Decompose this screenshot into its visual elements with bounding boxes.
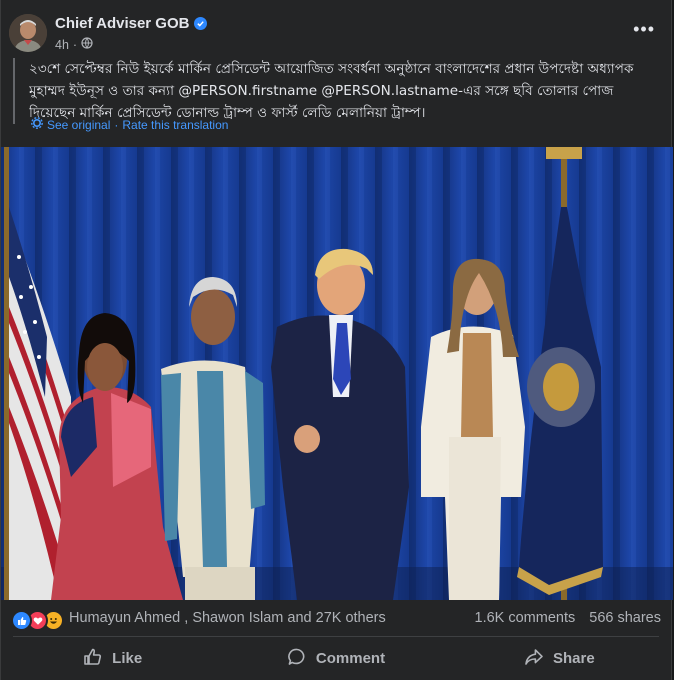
thumbs-up-icon (83, 647, 103, 671)
post-card: Chief Adviser GOB 4h · ••• ২৩শে সেপ্টেম্… (0, 0, 673, 680)
action-bar: Like Comment Share (1, 637, 671, 680)
avatar[interactable] (9, 14, 47, 52)
like-label: Like (112, 650, 143, 667)
like-button[interactable]: Like (1, 637, 224, 680)
meta-separator: · (72, 37, 78, 52)
like-icon (11, 610, 32, 631)
comment-button[interactable]: Comment (224, 637, 447, 680)
post-header: Chief Adviser GOB 4h · ••• (1, 0, 671, 56)
post-photo[interactable] (1, 147, 673, 600)
verified-badge-icon (194, 17, 208, 30)
translate-gear-icon (31, 117, 43, 132)
shares-count[interactable]: 566 shares (589, 610, 661, 626)
post-time[interactable]: 4h (55, 38, 69, 52)
author-name[interactable]: Chief Adviser GOB (55, 15, 189, 32)
author-row: Chief Adviser GOB (55, 15, 208, 32)
share-label: Share (552, 650, 595, 667)
post-text: ২৩শে সেপ্টেম্বর নিউ ইয়র্কে মার্কিন প্রে… (29, 61, 634, 121)
translation-row: See original · Rate this translation (31, 117, 228, 132)
post-meta: 4h · (55, 37, 93, 52)
engagement-counts: 1.6K comments 566 shares (475, 610, 662, 626)
see-original-link[interactable]: See original (47, 118, 110, 132)
more-options-icon[interactable]: ••• (633, 20, 655, 38)
comment-icon (287, 647, 307, 671)
reaction-icons[interactable] (11, 610, 64, 631)
comment-label: Comment (315, 650, 386, 667)
reaction-names[interactable]: Humayun Ahmed , Shawon Islam and 27K oth… (69, 610, 386, 626)
rate-translation-link[interactable]: Rate this translation (122, 118, 228, 132)
reactions-bar: Humayun Ahmed , Shawon Islam and 27K oth… (1, 600, 671, 637)
translation-separator: · (114, 117, 119, 132)
globe-icon (81, 37, 93, 52)
comments-count[interactable]: 1.6K comments (475, 610, 576, 626)
post-text-block: ২৩শে সেপ্টেম্বর নিউ ইয়র্কে মার্কিন প্রে… (13, 58, 663, 124)
share-button[interactable]: Share (448, 637, 671, 680)
share-icon (524, 647, 544, 671)
